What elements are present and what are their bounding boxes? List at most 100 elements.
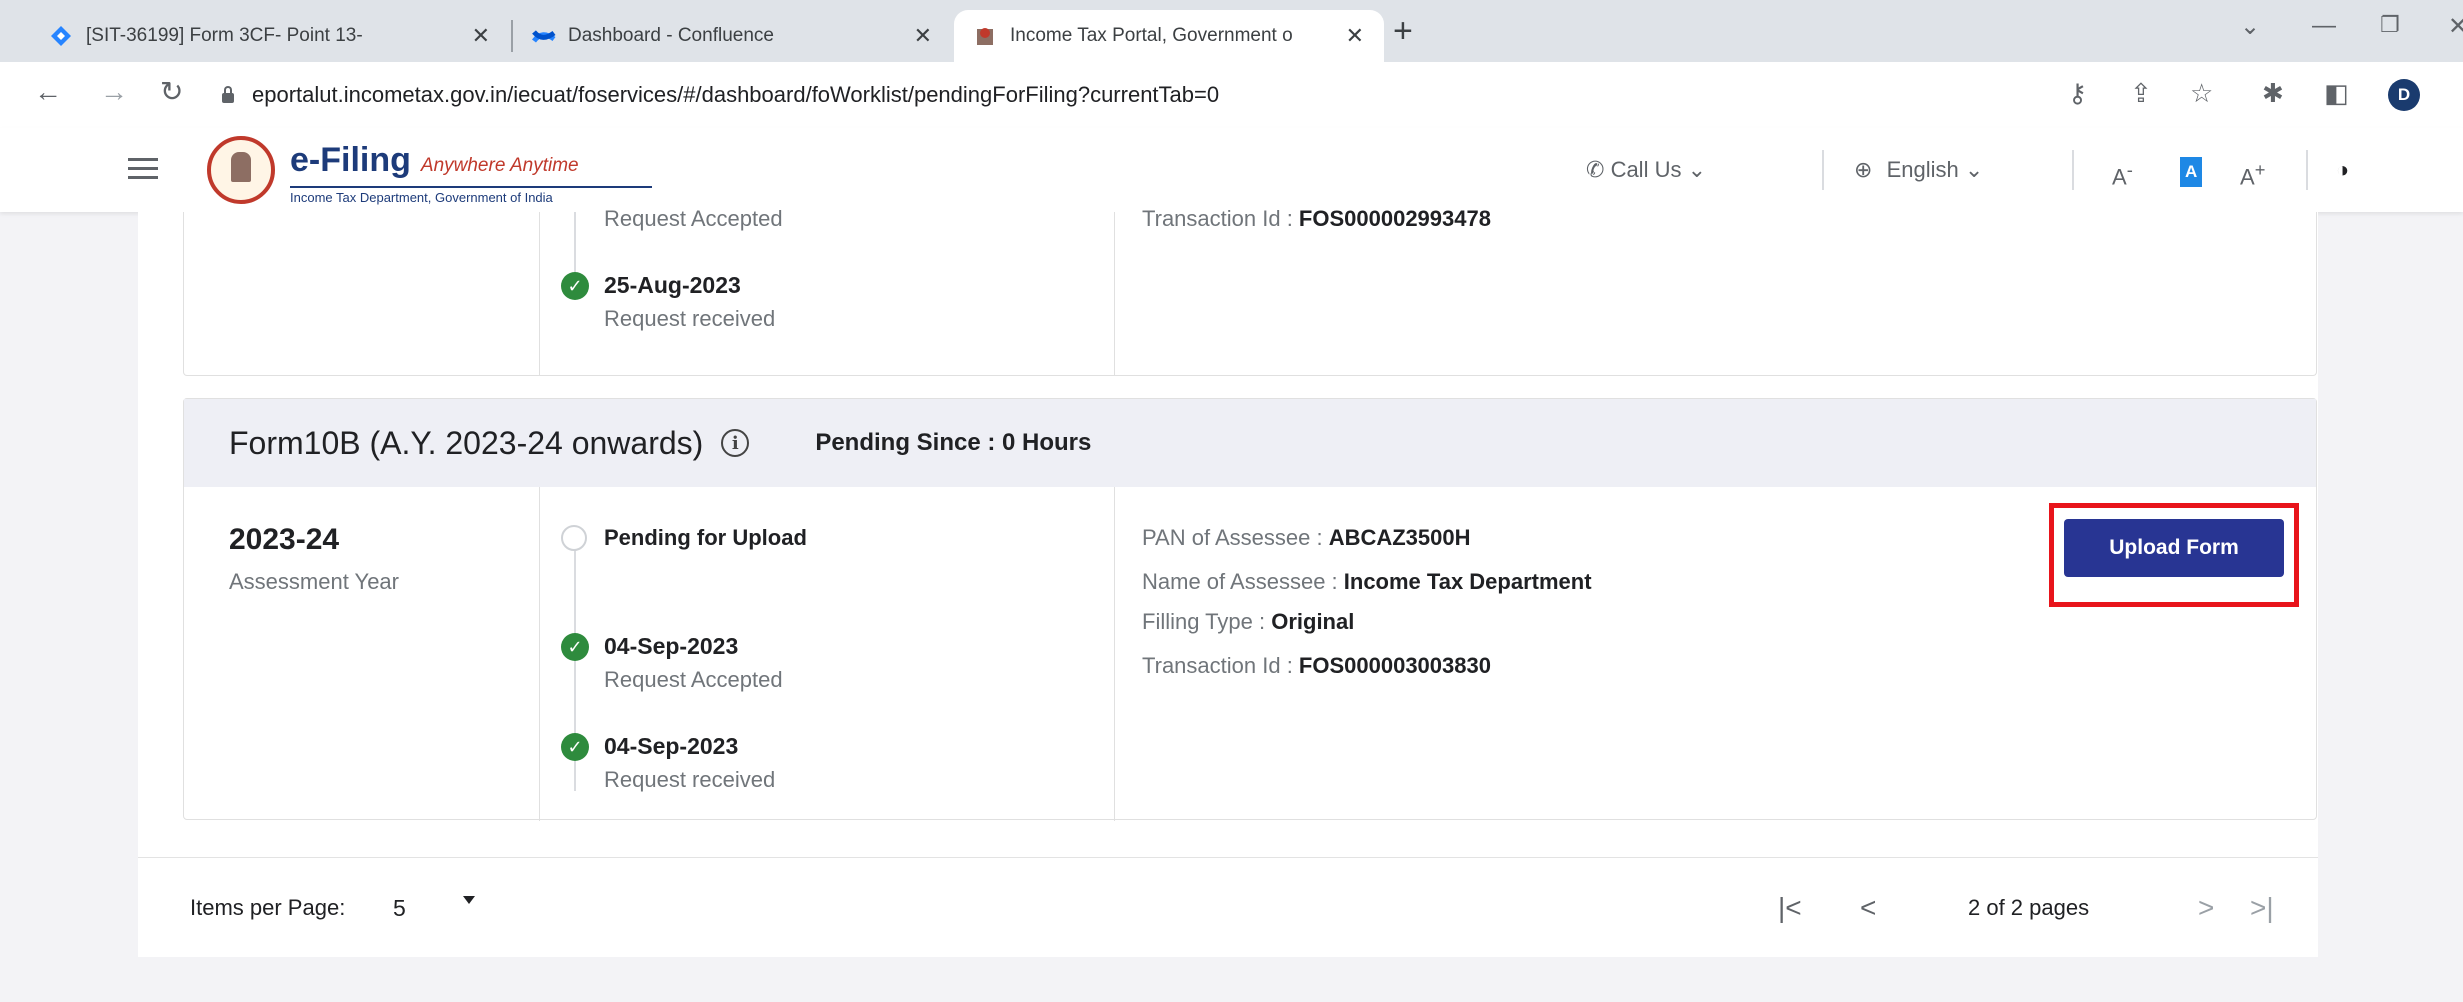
filing-type-value: Original — [1271, 609, 1355, 634]
pagination-bar: Items per Page: 5 |< < 2 of 2 pages > >| — [138, 857, 2318, 958]
back-arrow-icon[interactable]: ← — [34, 76, 62, 108]
timeline-status: Request Accepted — [604, 667, 783, 692]
column-divider — [1114, 487, 1115, 821]
timeline-date: 25-Aug-2023 — [604, 272, 741, 298]
transaction-id: Transaction Id : FOS000002993478 — [1142, 206, 1491, 232]
assessment-year-label: Assessment Year — [229, 569, 399, 594]
profile-avatar[interactable]: D — [2388, 79, 2420, 111]
transaction-id-label: Transaction Id : — [1142, 653, 1299, 678]
url-text: eportalut.incometax.gov.in/iecuat/foserv… — [252, 82, 1220, 107]
lock-icon — [222, 86, 234, 103]
check-icon: ✓ — [561, 633, 589, 661]
pan-label: PAN of Assessee : — [1142, 525, 1329, 550]
name-label: Name of Assessee : — [1142, 569, 1344, 594]
form10b-card: Form10B (A.Y. 2023-24 onwards) i Pending… — [183, 398, 2317, 821]
tab-confluence[interactable]: Dashboard - Confluence ✕ — [512, 10, 952, 62]
tab-income-tax-portal[interactable]: Income Tax Portal, Government o ✕ — [954, 10, 1384, 62]
previous-form-card: Request Accepted ✓ 25-Aug-2023 Request r… — [183, 206, 2317, 376]
reload-icon[interactable]: ↻ — [160, 76, 183, 108]
close-tab-icon[interactable]: ✕ — [914, 23, 932, 49]
worklist-panel: Request Accepted ✓ 25-Aug-2023 Request r… — [138, 206, 2318, 958]
efiling-logo[interactable]: e-Filing Anywhere Anytime Income Tax Depa… — [290, 142, 652, 205]
column-divider — [1114, 212, 1115, 376]
name-value: Income Tax Department — [1343, 569, 1592, 594]
upload-form-button[interactable]: Upload Form — [2064, 519, 2284, 577]
tab-title: Income Tax Portal, Government o — [1010, 25, 1293, 46]
tab-jira[interactable]: [SIT-36199] Form 3CF- Point 13- ✕ — [30, 10, 510, 62]
brand-tagline: Anywhere Anytime — [420, 155, 579, 176]
transaction-id-value: FOS000003003830 — [1298, 653, 1491, 678]
close-tab-icon[interactable]: ✕ — [1346, 23, 1364, 49]
extensions-puzzle-icon[interactable]: ✱ — [2262, 78, 2284, 108]
language-menu[interactable]: ⊕ English ⌄ — [1854, 156, 1983, 184]
brand-subtitle: Income Tax Department, Government of Ind… — [290, 186, 652, 205]
close-tab-icon[interactable]: ✕ — [472, 23, 490, 49]
brand-name: e-Filing — [290, 141, 411, 179]
call-us-label: Call Us — [1610, 157, 1682, 182]
info-icon[interactable]: i — [721, 429, 750, 457]
timeline-line — [574, 212, 576, 272]
address-toolbar: ← → ↻ eportalut.incometax.gov.in/iecuat/… — [0, 62, 2463, 129]
column-divider — [539, 212, 540, 376]
call-us-menu[interactable]: ✆ Call Us ⌄ — [1586, 156, 1706, 184]
previous-page-icon[interactable]: < — [1860, 892, 1876, 924]
font-increase-label: A — [2240, 164, 2255, 190]
tab-title: [SIT-36199] Form 3CF- Point 13- — [86, 25, 363, 46]
restore-icon[interactable]: ❐ — [2380, 12, 2400, 38]
minimize-icon[interactable]: — — [2312, 12, 2336, 40]
timeline-date: 04-Sep-2023 — [604, 733, 739, 759]
tab-title: Dashboard - Confluence — [568, 25, 774, 46]
password-key-icon[interactable]: ⚷ — [2068, 78, 2087, 108]
hamburger-menu-icon[interactable] — [128, 158, 158, 185]
national-emblem-logo — [207, 136, 275, 204]
pending-circle-icon — [561, 525, 587, 551]
header-divider — [2072, 150, 2074, 190]
check-icon: ✓ — [561, 733, 589, 761]
contrast-toggle-icon[interactable]: ◑ — [2336, 156, 2349, 184]
font-decrease-label: A — [2112, 164, 2127, 190]
items-per-page-select[interactable]: 5 — [393, 895, 406, 922]
url-bar[interactable]: eportalut.incometax.gov.in/iecuat/foserv… — [222, 72, 2062, 118]
filing-type: Filling Type : Original — [1142, 609, 1354, 635]
new-tab-button[interactable]: + — [1393, 14, 1413, 48]
form-card-header: Form10B (A.Y. 2023-24 onwards) i Pending… — [184, 399, 2316, 487]
browser-tab-strip: [SIT-36199] Form 3CF- Point 13- ✕ Dashbo… — [0, 0, 2463, 62]
forward-arrow-icon[interactable]: → — [100, 76, 128, 108]
share-icon[interactable]: ⇪ — [2130, 78, 2152, 108]
close-window-icon[interactable]: ✕ — [2448, 12, 2463, 41]
pending-since: Pending Since : 0 Hours — [815, 429, 1092, 456]
caret-down-icon[interactable] — [463, 896, 475, 904]
assessment-year-value: 2023-24 — [229, 523, 340, 556]
first-page-icon[interactable]: |< — [1778, 892, 1802, 924]
side-panel-icon[interactable]: ◧ — [2324, 78, 2349, 108]
transaction-id-label: Transaction Id : — [1142, 206, 1299, 231]
last-page-icon[interactable]: >| — [2250, 892, 2274, 924]
font-increase-button[interactable]: A+ — [2240, 156, 2265, 191]
timeline-status: Pending for Upload — [604, 525, 807, 550]
header-divider — [2306, 150, 2308, 190]
font-default-label: A — [2180, 157, 2203, 187]
timeline-status: Request received — [604, 767, 776, 792]
emblem-favicon-icon — [974, 25, 996, 47]
phone-icon: ✆ — [1586, 157, 1605, 182]
site-header: e-Filing Anywhere Anytime Income Tax Depa… — [0, 128, 2463, 212]
check-icon: ✓ — [561, 272, 589, 300]
timeline-date: 04-Sep-2023 — [604, 633, 739, 659]
column-divider — [539, 487, 540, 821]
next-page-icon[interactable]: > — [2198, 892, 2214, 924]
page-info: 2 of 2 pages — [1968, 895, 2090, 920]
language-label: English — [1886, 157, 1959, 182]
form-title: Form10B (A.Y. 2023-24 onwards) — [229, 424, 704, 461]
globe-icon: ⊕ — [1854, 157, 1873, 182]
tab-search-chevron-icon[interactable]: ⌄ — [2240, 12, 2260, 41]
pan-value: ABCAZ3500H — [1328, 525, 1471, 550]
transaction-id-value: FOS000002993478 — [1298, 206, 1491, 231]
font-decrease-button[interactable]: A- — [2112, 156, 2133, 191]
pan-of-assessee: PAN of Assessee : ABCAZ3500H — [1142, 525, 1471, 551]
confluence-icon — [532, 25, 556, 47]
font-default-button[interactable]: A — [2180, 156, 2203, 187]
bookmark-star-icon[interactable]: ☆ — [2190, 78, 2213, 108]
filing-type-label: Filling Type : — [1142, 609, 1272, 634]
timeline-status: Request received — [604, 306, 776, 331]
transaction-id: Transaction Id : FOS000003003830 — [1142, 653, 1491, 679]
